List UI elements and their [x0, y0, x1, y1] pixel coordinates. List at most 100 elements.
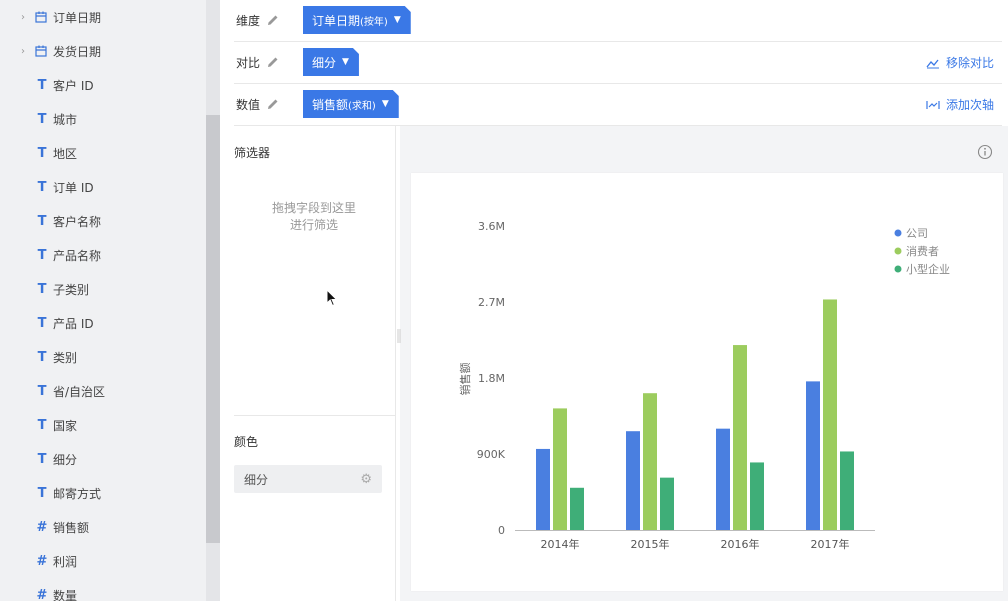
- resize-handle-icon[interactable]: [397, 329, 401, 343]
- field-item[interactable]: T 客户 ID: [0, 68, 206, 102]
- y-tick-label: 0: [498, 524, 505, 537]
- field-item[interactable]: T 类别: [0, 340, 206, 374]
- compare-label: 对比: [236, 56, 261, 70]
- number-type-icon: #: [36, 519, 48, 535]
- text-type-icon: T: [37, 315, 47, 331]
- field-item[interactable]: # 利润: [0, 544, 206, 578]
- field-item[interactable]: T 客户名称: [0, 204, 206, 238]
- bar: [806, 381, 820, 530]
- value-label: 数值: [236, 98, 261, 112]
- color-field-label: 细分: [244, 472, 269, 487]
- field-name: 订单日期: [53, 10, 102, 25]
- bar: [823, 299, 837, 530]
- edit-pencil-icon[interactable]: [266, 13, 280, 27]
- x-tick-label: 2014年: [541, 537, 580, 551]
- text-type-icon: T: [37, 451, 47, 467]
- text-type-icon: T: [37, 145, 47, 161]
- field-name: 客户名称: [53, 214, 102, 229]
- edit-pencil-icon[interactable]: [266, 55, 280, 69]
- field-item[interactable]: T 订单 ID: [0, 170, 206, 204]
- chart-card: 0 900K 1.8M 2.7M 3.6M 销售额 2014年 2015年 2016年 2017年…: [411, 173, 1003, 591]
- gear-icon[interactable]: ⚙: [360, 472, 372, 487]
- chevron-down-icon: ▼: [393, 15, 401, 25]
- field-name: 销售额: [53, 520, 90, 535]
- scrollbar-thumb[interactable]: [206, 115, 220, 543]
- field-list-scrollbar[interactable]: [206, 0, 220, 601]
- x-tick-label: 2016年: [721, 537, 760, 551]
- chevron-down-icon: ▼: [381, 99, 389, 109]
- field-name: 利润: [53, 554, 78, 569]
- section-divider: [234, 415, 395, 416]
- value-pill-label: 销售额: [312, 97, 349, 112]
- bar: [840, 451, 854, 530]
- field-item[interactable]: › 发货日期: [0, 34, 206, 68]
- dimension-label: 维度: [236, 14, 261, 28]
- value-shelf: 数值 销售额 (求和) ▼ 添加次轴: [234, 84, 1002, 126]
- legend-label: 公司: [906, 227, 928, 240]
- secondary-axis-icon: [926, 100, 940, 109]
- field-item[interactable]: T 省/自治区: [0, 374, 206, 408]
- mouse-cursor-icon: [326, 289, 338, 307]
- field-name: 子类别: [53, 282, 90, 297]
- y-tick-label: 1.8M: [478, 372, 505, 385]
- field-name: 国家: [53, 418, 78, 433]
- field-item[interactable]: T 城市: [0, 102, 206, 136]
- calendar-icon: [35, 45, 49, 57]
- compare-shelf: 对比 细分 ▼ 移除对比: [234, 42, 1002, 84]
- bar: [626, 431, 640, 530]
- chevron-down-icon: ▼: [342, 57, 349, 67]
- legend-swatch: [894, 265, 902, 273]
- legend-label: 消费者: [906, 244, 939, 258]
- field-name: 客户 ID: [53, 78, 94, 93]
- field-item[interactable]: T 产品名称: [0, 238, 206, 272]
- color-field[interactable]: 细分 ⚙: [234, 465, 382, 493]
- field-item[interactable]: T 地区: [0, 136, 206, 170]
- field-name: 订单 ID: [53, 180, 94, 195]
- field-item[interactable]: T 子类别: [0, 272, 206, 306]
- bar: [733, 345, 747, 530]
- x-tick-label: 2015年: [631, 537, 670, 551]
- filter-hint-line1: 拖拽字段到这里: [271, 201, 356, 215]
- bar: [660, 477, 674, 530]
- dimension-shelf: 维度 订单日期 (按年) ▼: [234, 0, 1002, 42]
- text-type-icon: T: [37, 77, 47, 93]
- field-name: 地区: [53, 146, 78, 161]
- y-tick-label: 2.7M: [478, 296, 505, 309]
- text-type-icon: T: [37, 281, 47, 297]
- dimension-pill[interactable]: 订单日期 (按年) ▼: [303, 6, 411, 34]
- text-type-icon: T: [37, 417, 47, 433]
- filter-drop-zone[interactable]: 拖拽字段到这里 进行筛选: [234, 200, 394, 234]
- add-secondary-axis-button[interactable]: 添加次轴: [926, 96, 994, 113]
- bar: [570, 487, 584, 530]
- remove-compare-button[interactable]: 移除对比: [926, 54, 994, 71]
- bar: [716, 428, 730, 530]
- info-icon[interactable]: [977, 144, 993, 160]
- field-item[interactable]: T 产品 ID: [0, 306, 206, 340]
- field-name: 产品 ID: [53, 316, 94, 331]
- field-item[interactable]: T 国家: [0, 408, 206, 442]
- calendar-icon: [35, 11, 49, 23]
- panel-divider: [395, 126, 396, 601]
- field-name: 类别: [53, 350, 78, 365]
- field-name: 城市: [53, 112, 78, 127]
- value-pill[interactable]: 销售额 (求和) ▼: [303, 90, 399, 118]
- compare-pill[interactable]: 细分 ▼: [303, 48, 359, 76]
- text-type-icon: T: [37, 179, 47, 195]
- field-name: 产品名称: [53, 248, 102, 263]
- text-type-icon: T: [37, 213, 47, 229]
- legend-swatch: [894, 229, 902, 237]
- field-item[interactable]: T 邮寄方式: [0, 476, 206, 510]
- field-name: 邮寄方式: [53, 486, 102, 501]
- remove-compare-icon: [926, 59, 939, 68]
- chevron-right-icon[interactable]: ›: [21, 12, 31, 23]
- field-item[interactable]: T 细分: [0, 442, 206, 476]
- remove-compare-label: 移除对比: [945, 56, 994, 70]
- chevron-right-icon[interactable]: ›: [21, 46, 31, 57]
- field-name: 省/自治区: [53, 384, 106, 399]
- edit-pencil-icon[interactable]: [266, 97, 280, 111]
- field-item[interactable]: › 订单日期: [0, 0, 206, 34]
- number-type-icon: #: [36, 587, 48, 601]
- field-item[interactable]: # 数量: [0, 578, 206, 601]
- bar: [536, 448, 550, 530]
- field-item[interactable]: # 销售额: [0, 510, 206, 544]
